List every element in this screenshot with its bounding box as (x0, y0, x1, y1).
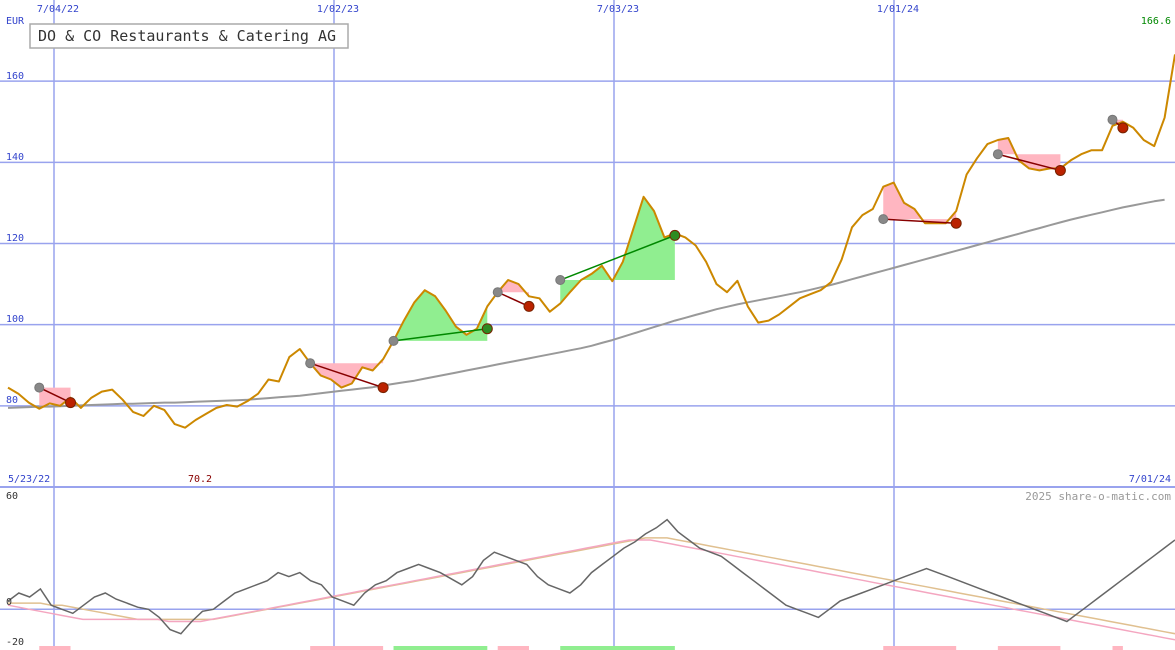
signal-exit-marker (669, 229, 681, 241)
stock-chart: 7/04/22 1/02/23 7/03/23 1/01/24 EUR 160 … (0, 0, 1175, 650)
signal-entry-marker (34, 382, 45, 393)
signal-entry-marker (492, 287, 503, 298)
loss-period-bar (497, 646, 529, 650)
signal-entry-marker (305, 358, 316, 369)
y-tick-label: 80 (6, 395, 18, 406)
y-tick-label: 160 (6, 71, 24, 82)
signal-exit-marker (481, 323, 493, 335)
osc-y-tick-label: 60 (6, 491, 18, 502)
y-tick-label: 120 (6, 233, 24, 244)
gain-period-bar (393, 646, 488, 650)
x-tick-label: 1/01/24 (877, 4, 919, 15)
x-tick-label: 1/02/23 (317, 4, 359, 15)
x-end-date-label: 7/01/24 (1129, 474, 1171, 485)
osc-y-tick-label: -20 (6, 637, 24, 648)
min-value-label: 70.2 (188, 474, 212, 485)
loss-period-bar (39, 646, 71, 650)
signal-entry-marker (1107, 114, 1118, 125)
x-start-date-label: 5/23/22 (8, 474, 50, 485)
signal-exit-marker (65, 397, 77, 409)
loss-period-bar (310, 646, 384, 650)
loss-period-bar (1112, 646, 1123, 650)
max-value-label: 166.6 (1141, 16, 1171, 27)
y-tick-label: 140 (6, 152, 24, 163)
signal-entry-marker (878, 214, 889, 225)
signal-exit-marker (377, 382, 389, 394)
signal-exit-marker (523, 300, 535, 312)
y-tick-label: 100 (6, 314, 24, 325)
signal-exit-marker (1117, 122, 1129, 134)
x-tick-label: 7/03/23 (597, 4, 639, 15)
x-tick-label: 7/04/22 (37, 4, 79, 15)
loss-period-bar (997, 646, 1061, 650)
gain-period-bar (560, 646, 675, 650)
loss-period-bar (883, 646, 957, 650)
signal-exit-marker (950, 217, 962, 229)
signal-entry-marker (388, 335, 399, 346)
copyright-label: 2025 share-o-matic.com (1025, 490, 1171, 503)
osc-y-tick-label: 0 (6, 597, 12, 608)
y-axis-unit-label: EUR (6, 16, 25, 27)
chart-title: DO & CO Restaurants & Catering AG (38, 27, 336, 45)
signal-entry-marker (992, 149, 1003, 160)
signal-exit-marker (1054, 164, 1066, 176)
signal-entry-marker (555, 275, 566, 286)
